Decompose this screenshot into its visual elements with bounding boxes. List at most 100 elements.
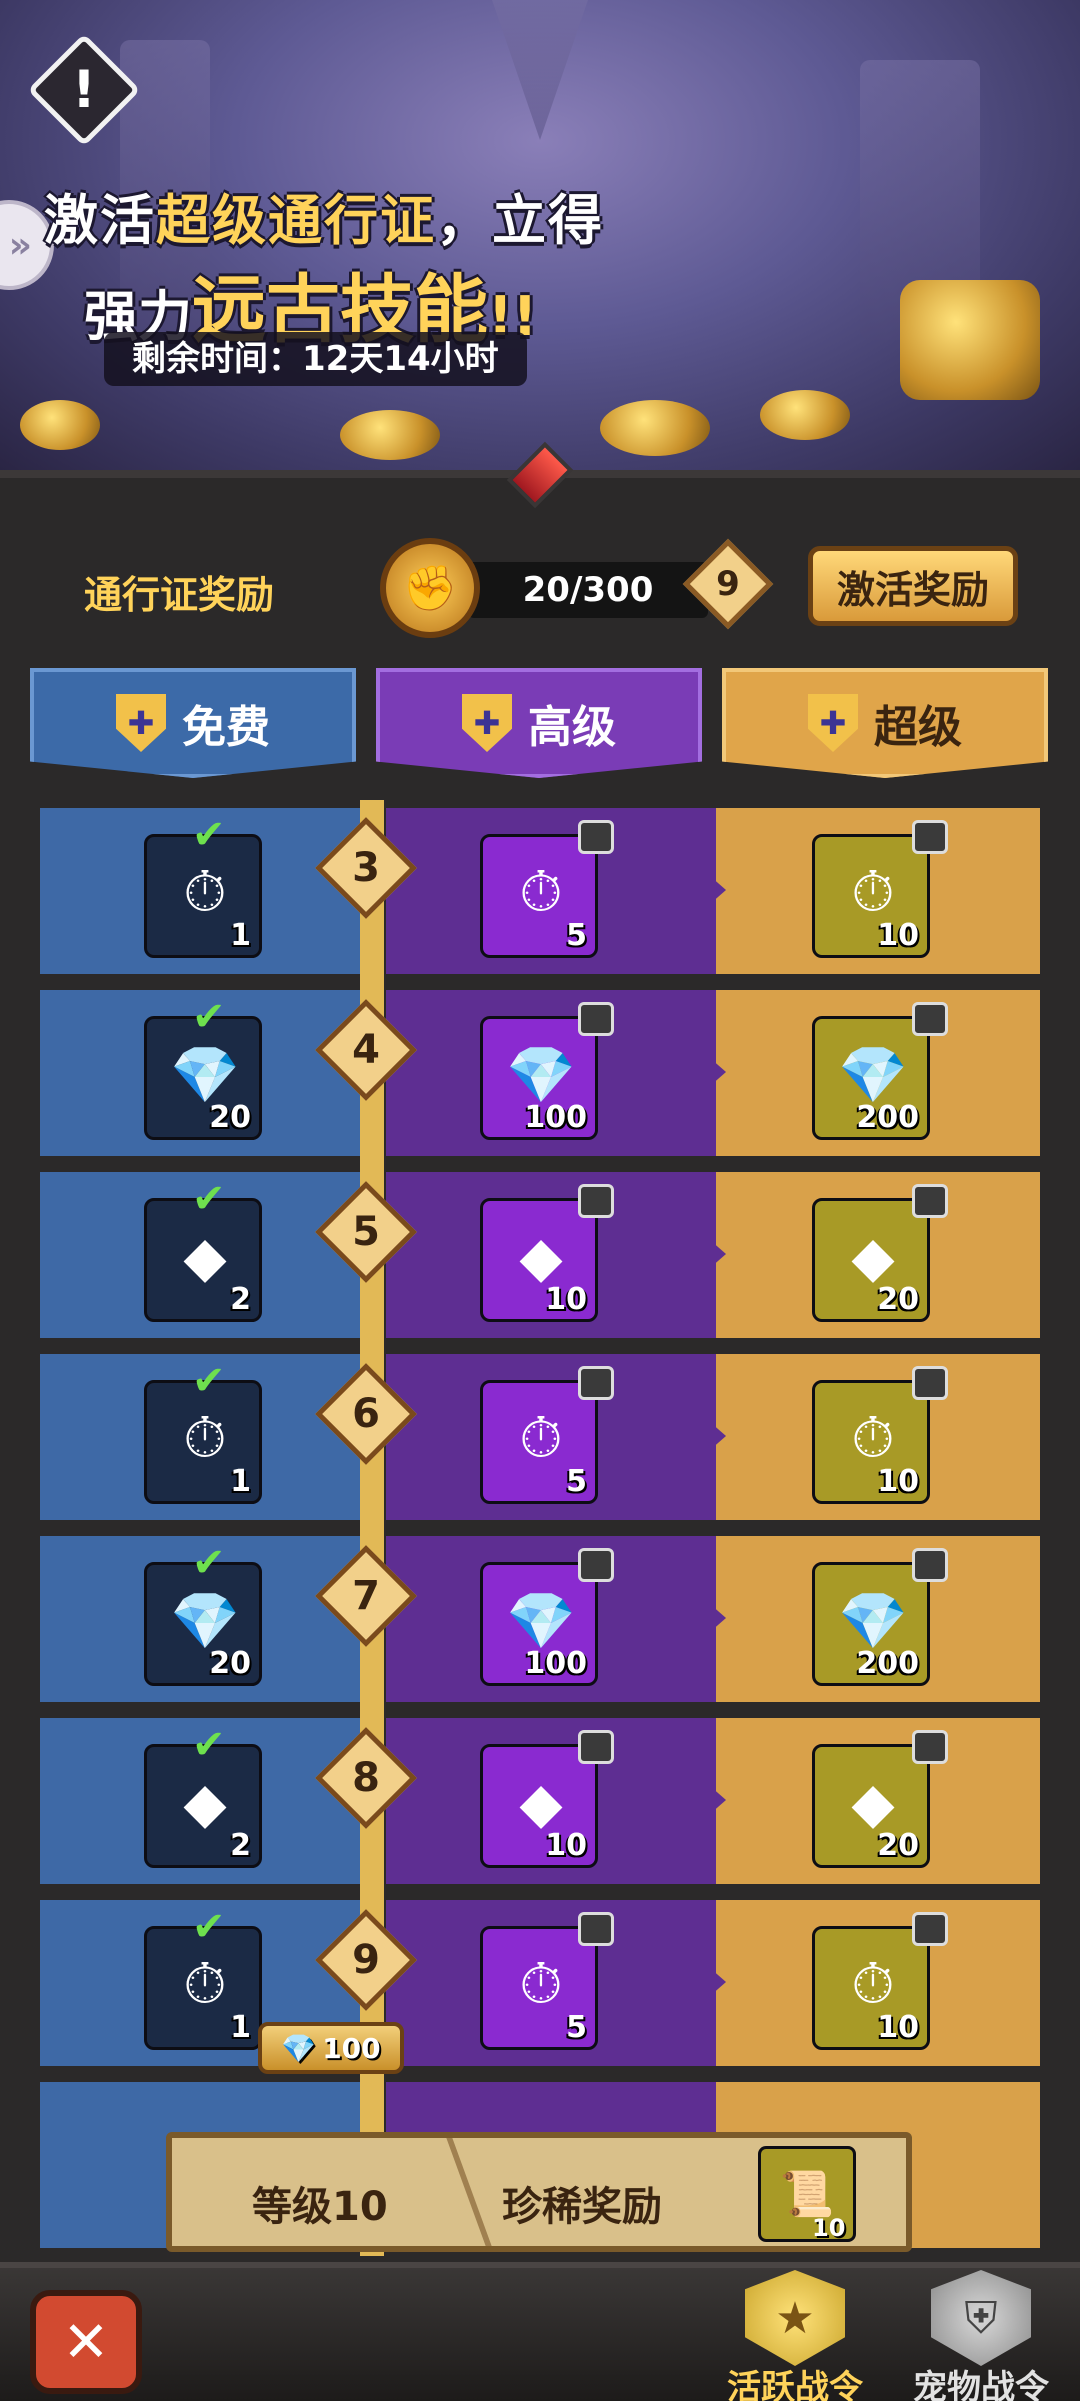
reward-qty: 200 [856,1100,919,1135]
reward-row: ◆ 2 ✔ ◆ 10 ◆ 20 8 [40,1710,1040,1892]
chevron-right-icon: » [8,224,32,266]
rare-reward-preview[interactable]: 等级10 珍稀奖励 📜 10 [166,2132,912,2252]
checkmark-icon: ✔ [192,1722,226,1768]
checkmark-icon: ✔ [192,1358,226,1404]
lock-icon [578,1548,614,1582]
level-number: 9 [352,1937,380,1983]
track-arrow [710,1968,726,1996]
reward-list[interactable]: ⏱ 1 ✔ ⏱ 5 ⏱ 10 3 💎 20 ✔ 💎 100 💎 200 4 ◆ 2 ✔ ◆ 10 ◆ 20 5 ⏱ 1 ✔ ⏱ 5 ⏱ 10… [40,800,1040,2260]
current-level: 9 [716,564,740,604]
promo-line-1: 激活超级通行证，立得 [44,189,604,252]
tab-advanced[interactable]: ✚ 高级 [376,668,702,778]
activate-rewards-button[interactable]: 激活奖励 [808,546,1018,626]
reward-qty: 2 [230,1828,251,1863]
tab-super[interactable]: ✚ 超级 [722,668,1048,778]
battle-pass-screen: ! » 激活超级通行证，立得 强力远古技能!! 剩余时间：12天14小时 通行证… [0,0,1080,2401]
lock-icon [912,1002,948,1036]
level-number: 6 [352,1391,380,1437]
reward-qty: 10 [877,2010,919,2045]
reward-qty: 10 [877,918,919,953]
pass-reward-label: 通行证奖励 [84,573,275,617]
lock-icon [578,820,614,854]
level-number: 4 [352,1027,380,1073]
super-reward-item[interactable]: ⏱ 10 [812,834,930,958]
nav-pet-pass[interactable]: ⛨ 宠物战令 [906,2262,1056,2401]
super-reward-item[interactable]: ◆ 20 [812,1744,930,1868]
track-arrow [710,1240,726,1268]
blue-diamond-icon: 💎 [281,2031,317,2065]
reward-qty: 20 [877,1828,919,1863]
track-arrow [710,1604,726,1632]
reward-qty: 10 [545,1282,587,1317]
reward-qty: 1 [230,1464,251,1499]
divider [412,2138,492,2246]
checkmark-icon: ✔ [192,994,226,1040]
track-arrow [710,876,726,904]
reward-row: ⏱ 1 ✔ ⏱ 5 ⏱ 10 9 [40,1892,1040,2074]
reward-row: ⏱ 1 ✔ ⏱ 5 ⏱ 10 3 [40,800,1040,982]
level-number: 7 [352,1573,380,1619]
lock-icon [912,1184,948,1218]
super-reward-item[interactable]: ⏱ 10 [812,1380,930,1504]
reward-qty: 1 [230,918,251,953]
pass-header: 通行证奖励 20/300 ✊ 9 激活奖励 [24,506,1064,666]
checkmark-icon: ✔ [192,1540,226,1586]
star-emblem-icon: ★ [745,2270,845,2366]
reward-qty: 10 [877,1464,919,1499]
shield-icon: ✚ [808,694,858,752]
super-reward-item[interactable]: ⏱ 10 [812,1926,930,2050]
nav-active-pass[interactable]: ★ 活跃战令 [720,2262,870,2401]
super-reward-item[interactable]: ◆ 20 [812,1198,930,1322]
lock-icon [912,1366,948,1400]
track-arrow [710,1422,726,1450]
pass-progress-bar: 20/300 [468,562,708,618]
level-number: 5 [352,1209,380,1255]
rare-level-label: 等级10 [252,2184,388,2230]
reward-qty: 2 [230,1282,251,1317]
reward-qty: 20 [209,1100,251,1135]
progress-text: 20/300 [522,570,654,610]
lock-icon [578,1912,614,1946]
rare-reward-qty: 10 [812,2214,846,2242]
super-reward-item[interactable]: 💎 200 [812,1016,930,1140]
rare-reward-label: 珍稀奖励 [502,2184,662,2230]
reward-qty: 100 [524,1646,587,1681]
reward-qty: 200 [856,1646,919,1681]
lock-icon [578,1366,614,1400]
shield-icon: ✚ [116,694,166,752]
lock-icon [578,1730,614,1764]
reward-qty: 5 [566,918,587,953]
reward-qty: 20 [877,1282,919,1317]
reward-row: 💎 20 ✔ 💎 100 💎 200 7 [40,1528,1040,1710]
lock-icon [912,1548,948,1582]
remaining-time-label: 剩余时间：12天14小时 [104,332,527,386]
tab-free[interactable]: ✚ 免费 [30,668,356,778]
lock-icon [912,1730,948,1764]
reward-row: ⏱ 1 ✔ ⏱ 5 ⏱ 10 6 [40,1346,1040,1528]
reward-qty: 5 [566,1464,587,1499]
checkmark-icon: ✔ [192,1176,226,1222]
track-arrow [710,1786,726,1814]
level-number: 8 [352,1755,380,1801]
lock-icon [578,1002,614,1036]
reward-qty: 1 [230,2010,251,2045]
unlock-level-button[interactable]: 💎 100 [258,2022,404,2074]
reward-row: 💎 20 ✔ 💎 100 💎 200 4 [40,982,1040,1164]
lock-icon [578,1184,614,1218]
shield-icon: ✚ [462,694,512,752]
track-arrow [710,1058,726,1086]
lock-icon [912,1912,948,1946]
super-reward-item[interactable]: 💎 200 [812,1562,930,1686]
reward-qty: 10 [545,1828,587,1863]
reward-qty: 100 [524,1100,587,1135]
checkmark-icon: ✔ [192,812,226,858]
level-number: 3 [352,845,380,891]
lock-icon [912,820,948,854]
pet-shield-icon: ⛨ [931,2270,1031,2366]
reward-qty: 20 [209,1646,251,1681]
checkmark-icon: ✔ [192,1904,226,1950]
reward-row: ◆ 2 ✔ ◆ 10 ◆ 20 5 [40,1164,1040,1346]
fist-badge-icon: ✊ [380,538,480,638]
crossed-swords-icon[interactable]: ✕ [30,2290,142,2394]
reward-qty: 5 [566,2010,587,2045]
